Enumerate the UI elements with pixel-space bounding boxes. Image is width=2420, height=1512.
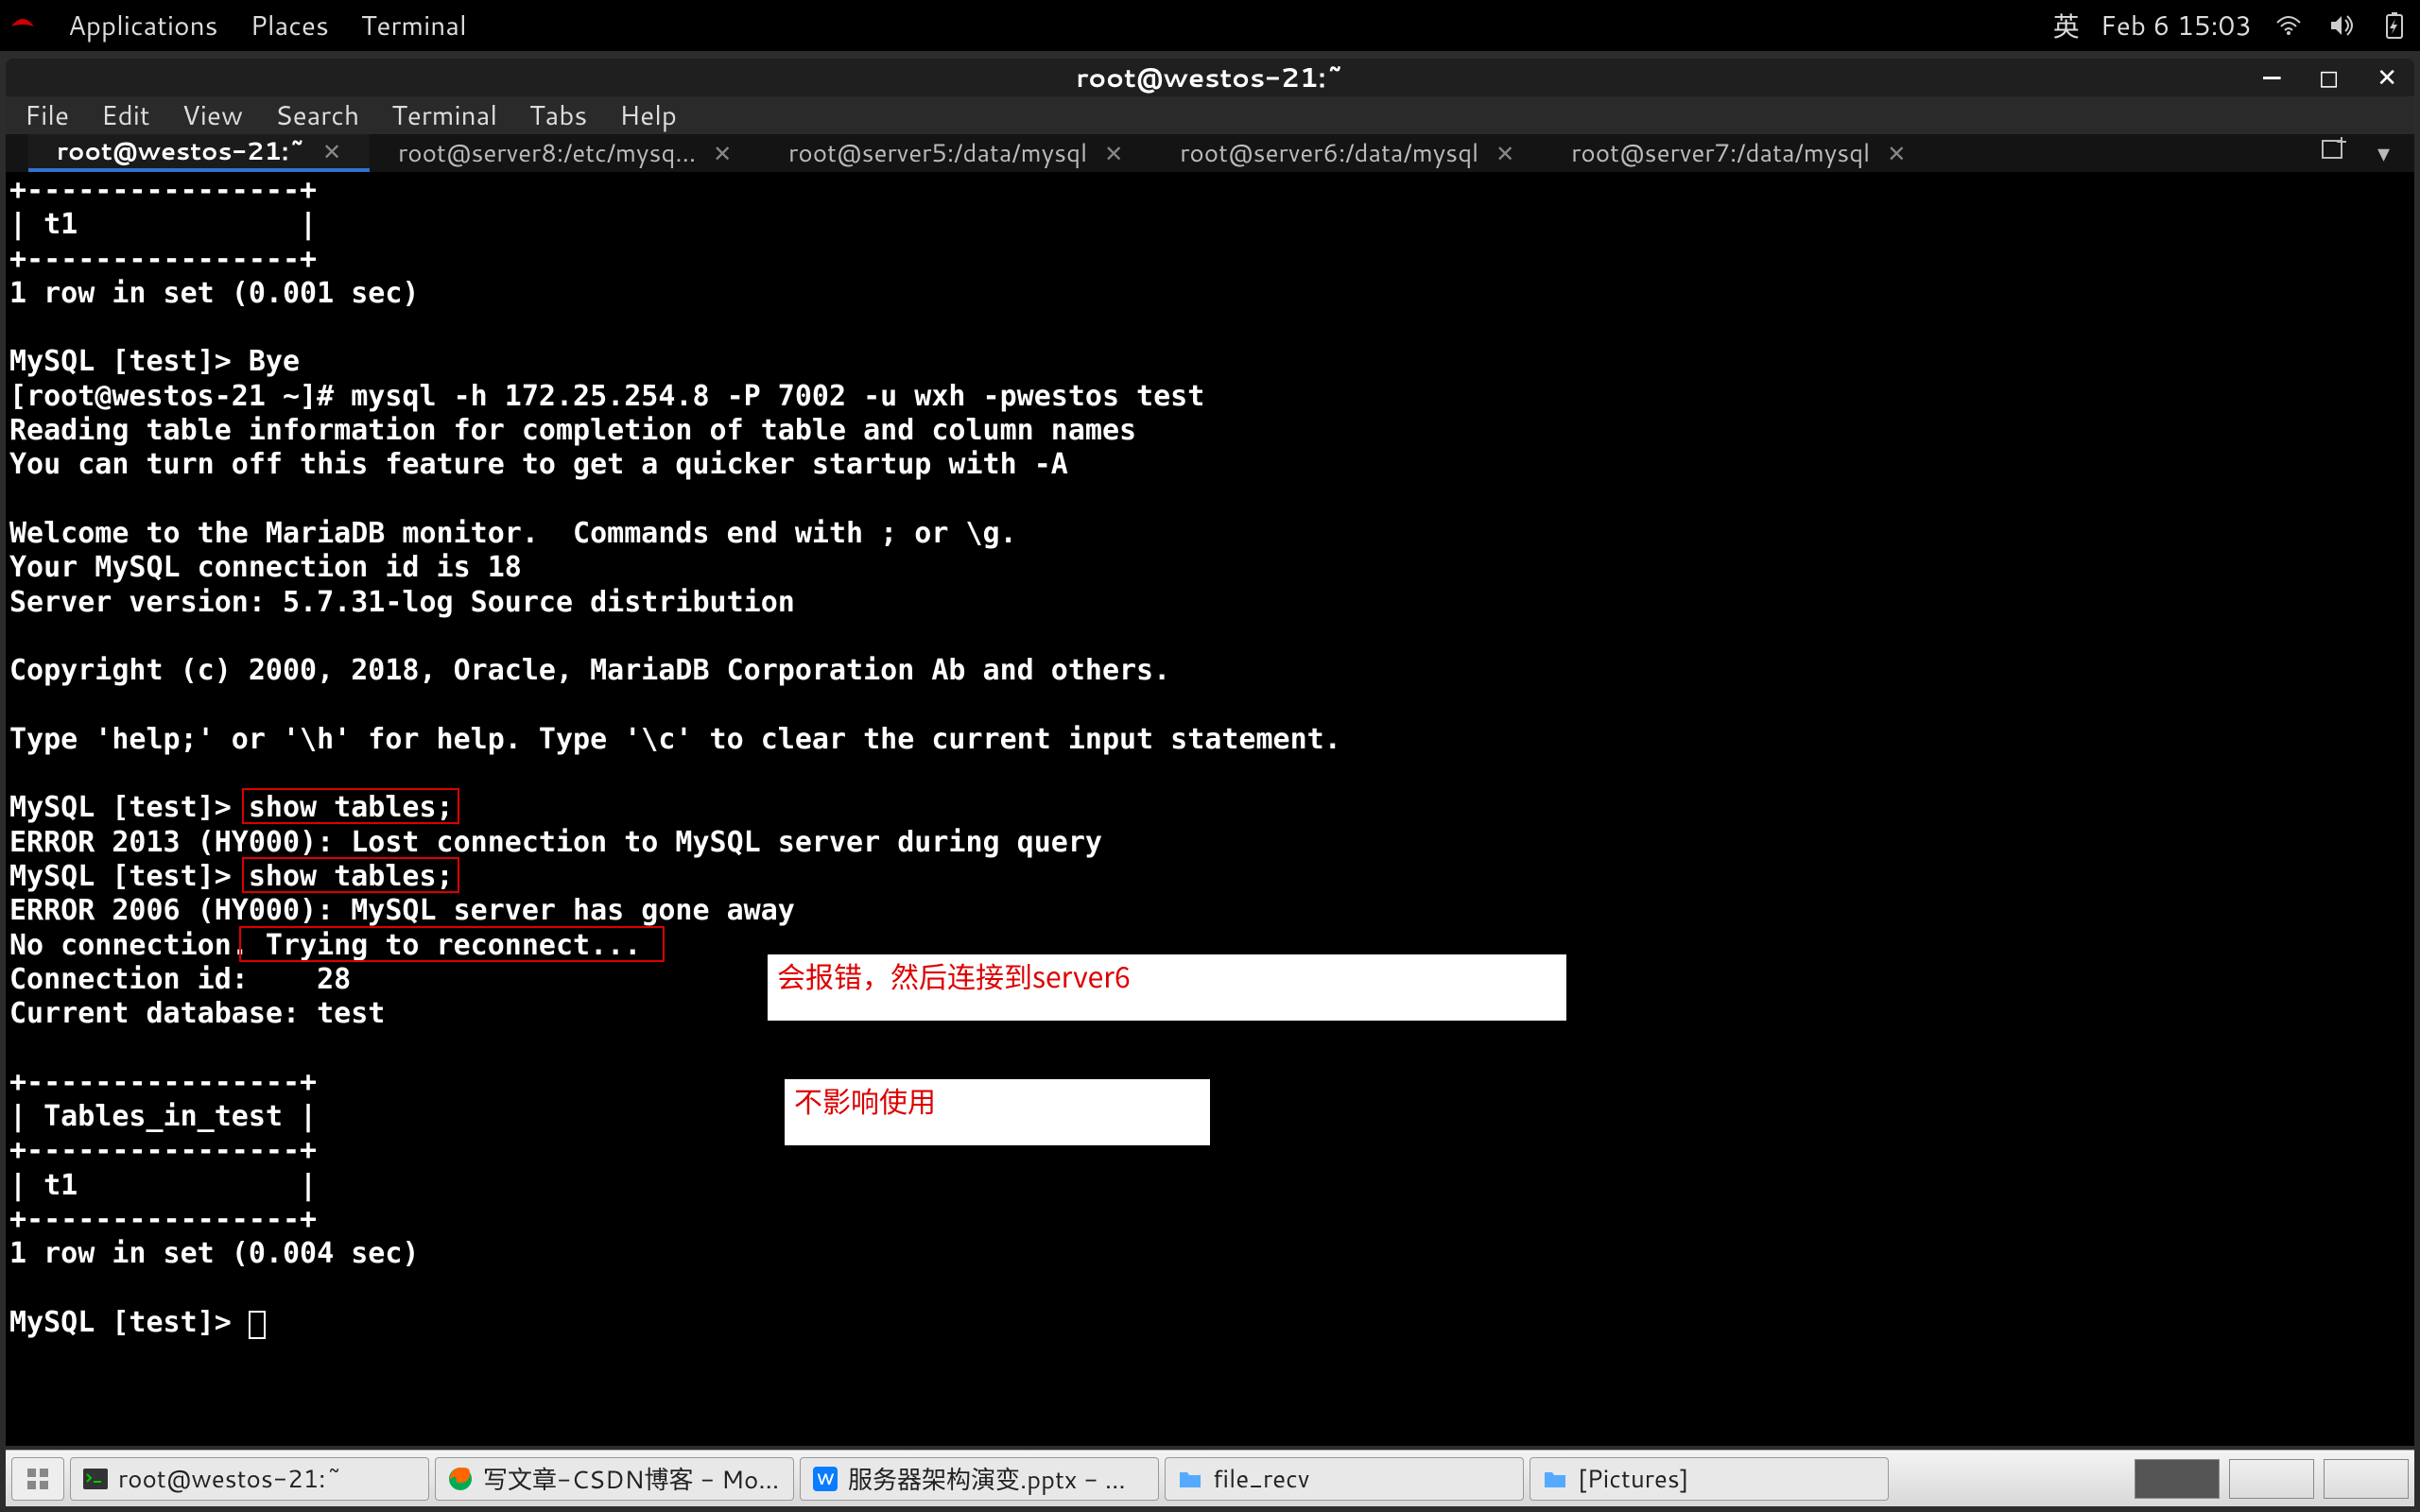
window-close-button[interactable]: ✕ bbox=[2377, 60, 2397, 94]
folder-icon bbox=[1542, 1466, 1568, 1492]
tab-label: root@server5:/data/mysql bbox=[788, 136, 1087, 170]
new-tab-button[interactable] bbox=[2321, 135, 2349, 172]
annotation-1: 会报错，然后连接到server6 bbox=[768, 954, 1566, 1021]
terminal-line bbox=[9, 757, 2411, 791]
tab-label: root@westos-21:~ bbox=[57, 134, 305, 168]
tab-bar: root@westos-21:~ ✕ root@server8:/etc/mys… bbox=[6, 134, 2414, 172]
bottom-taskbar: root@westos-21:~ 写文章-CSDN博客 - Mo... W 服务… bbox=[6, 1450, 2414, 1506]
terminal-window: root@westos-21:~ — ◻ ✕ File Edit View Se… bbox=[6, 59, 2414, 1446]
terminal-line: ERROR 2006 (HY000): MySQL server has gon… bbox=[9, 894, 2411, 928]
menu-terminal[interactable]: Terminal bbox=[391, 96, 497, 134]
terminal-line: Your MySQL connection id is 18 bbox=[9, 551, 2411, 585]
terminal-cursor bbox=[249, 1311, 266, 1339]
terminal-line: Reading table information for completion… bbox=[9, 414, 2411, 448]
terminal-output[interactable]: +----------------+| t1 |+---------------… bbox=[6, 172, 2414, 1446]
terminal-line: +----------------+ bbox=[9, 1203, 2411, 1237]
menu-file[interactable]: File bbox=[25, 96, 69, 134]
terminal-line bbox=[9, 620, 2411, 654]
show-desktop-button[interactable] bbox=[11, 1457, 64, 1501]
workspace-2[interactable] bbox=[2229, 1459, 2314, 1499]
terminal-line: 1 row in set (0.004 sec) bbox=[9, 1237, 2411, 1271]
terminal-line bbox=[9, 483, 2411, 517]
menu-applications[interactable]: Applications bbox=[68, 7, 218, 44]
terminal-line: | Tables_in_test | bbox=[9, 1100, 2411, 1134]
window-maximize-button[interactable]: ◻ bbox=[2319, 60, 2340, 94]
terminal-line bbox=[9, 688, 2411, 722]
input-method-indicator[interactable]: 英 bbox=[2053, 7, 2080, 45]
close-icon[interactable]: ✕ bbox=[1495, 137, 1514, 169]
workspace-3[interactable] bbox=[2324, 1459, 2409, 1499]
task-label: [Pictures] bbox=[1578, 1462, 1688, 1496]
terminal-line: Type 'help;' or '\h' for help. Type '\c'… bbox=[9, 723, 2411, 757]
terminal-line bbox=[9, 1031, 2411, 1065]
tab-menu-button[interactable]: ▾ bbox=[2377, 136, 2390, 170]
terminal-line: Welcome to the MariaDB monitor. Commands… bbox=[9, 517, 2411, 551]
terminal-icon bbox=[82, 1466, 109, 1492]
close-icon[interactable]: ✕ bbox=[1887, 137, 1906, 169]
terminal-line: | t1 | bbox=[9, 1169, 2411, 1203]
terminal-line: Server version: 5.7.31-log Source distri… bbox=[9, 586, 2411, 620]
highlight-box-3 bbox=[239, 926, 665, 962]
terminal-line bbox=[9, 311, 2411, 345]
clock[interactable]: Feb 6 15:03 bbox=[2100, 7, 2252, 44]
task-terminal[interactable]: root@westos-21:~ bbox=[70, 1457, 429, 1501]
task-pictures[interactable]: [Pictures] bbox=[1530, 1457, 1889, 1501]
terminal-line: 1 row in set (0.001 sec) bbox=[9, 277, 2411, 311]
terminal-line: +----------------+ bbox=[9, 243, 2411, 277]
menu-search[interactable]: Search bbox=[275, 96, 359, 134]
menu-places[interactable]: Places bbox=[251, 7, 329, 44]
menu-view[interactable]: View bbox=[182, 96, 243, 134]
redhat-logo-icon bbox=[9, 9, 36, 43]
tab-server5[interactable]: root@server5:/data/mysql ✕ bbox=[760, 134, 1151, 172]
menubar: File Edit View Search Terminal Tabs Help bbox=[6, 96, 2414, 134]
task-filerecv[interactable]: file_recv bbox=[1165, 1457, 1524, 1501]
task-firefox[interactable]: 写文章-CSDN博客 - Mo... bbox=[435, 1457, 794, 1501]
terminal-line: MySQL [test]> Bye bbox=[9, 345, 2411, 379]
terminal-line: +----------------+ bbox=[9, 1066, 2411, 1100]
task-label: root@westos-21:~ bbox=[118, 1462, 342, 1496]
workspace-1[interactable] bbox=[2135, 1459, 2220, 1499]
terminal-line bbox=[9, 1272, 2411, 1306]
tab-label: root@server6:/data/mysql bbox=[1180, 136, 1478, 170]
window-title: root@westos-21:~ bbox=[1076, 59, 1343, 96]
menu-tabs[interactable]: Tabs bbox=[529, 96, 587, 134]
menu-terminal-app[interactable]: Terminal bbox=[361, 7, 467, 44]
terminal-line: You can turn off this feature to get a q… bbox=[9, 448, 2411, 482]
window-titlebar[interactable]: root@westos-21:~ — ◻ ✕ bbox=[6, 59, 2414, 96]
menu-help[interactable]: Help bbox=[619, 96, 677, 134]
gnome-top-bar: Applications Places Terminal 英 Feb 6 15:… bbox=[0, 0, 2420, 51]
wifi-icon[interactable] bbox=[2273, 15, 2305, 36]
terminal-line: ERROR 2013 (HY000): Lost connection to M… bbox=[9, 826, 2411, 860]
task-label: 写文章-CSDN博客 - Mo... bbox=[483, 1461, 779, 1497]
tab-label: root@server7:/data/mysql bbox=[1571, 136, 1870, 170]
terminal-line: [root@westos-21 ~]# mysql -h 172.25.254.… bbox=[9, 380, 2411, 414]
task-label: file_recv bbox=[1213, 1462, 1309, 1496]
svg-text:W: W bbox=[817, 1469, 835, 1490]
tab-server8[interactable]: root@server8:/etc/mysq... ✕ bbox=[370, 134, 760, 172]
volume-icon[interactable] bbox=[2325, 14, 2358, 37]
wps-icon: W bbox=[812, 1466, 838, 1492]
annotation-2: 不影响使用 bbox=[785, 1079, 1210, 1145]
close-icon[interactable]: ✕ bbox=[1104, 137, 1123, 169]
firefox-icon bbox=[447, 1466, 474, 1492]
menu-edit[interactable]: Edit bbox=[101, 96, 150, 134]
battery-icon[interactable] bbox=[2378, 11, 2411, 40]
highlight-box-2 bbox=[242, 857, 459, 893]
close-icon[interactable]: ✕ bbox=[322, 135, 341, 167]
tab-westos21[interactable]: root@westos-21:~ ✕ bbox=[28, 134, 370, 172]
folder-icon bbox=[1177, 1466, 1203, 1492]
highlight-box-1 bbox=[242, 788, 459, 824]
terminal-line: +----------------+ bbox=[9, 1134, 2411, 1168]
tab-server6[interactable]: root@server6:/data/mysql ✕ bbox=[1151, 134, 1543, 172]
terminal-line: | t1 | bbox=[9, 208, 2411, 242]
close-icon[interactable]: ✕ bbox=[713, 137, 732, 169]
tab-label: root@server8:/etc/mysq... bbox=[398, 136, 696, 170]
tab-server7[interactable]: root@server7:/data/mysql ✕ bbox=[1543, 134, 1934, 172]
terminal-line: Copyright (c) 2000, 2018, Oracle, MariaD… bbox=[9, 654, 2411, 688]
task-label: 服务器架构演变.pptx - ... bbox=[848, 1461, 1126, 1497]
window-minimize-button[interactable]: — bbox=[2263, 60, 2281, 94]
terminal-line: +----------------+ bbox=[9, 174, 2411, 208]
terminal-line: MySQL [test]> bbox=[9, 1306, 2411, 1340]
task-wps[interactable]: W 服务器架构演变.pptx - ... bbox=[800, 1457, 1159, 1501]
